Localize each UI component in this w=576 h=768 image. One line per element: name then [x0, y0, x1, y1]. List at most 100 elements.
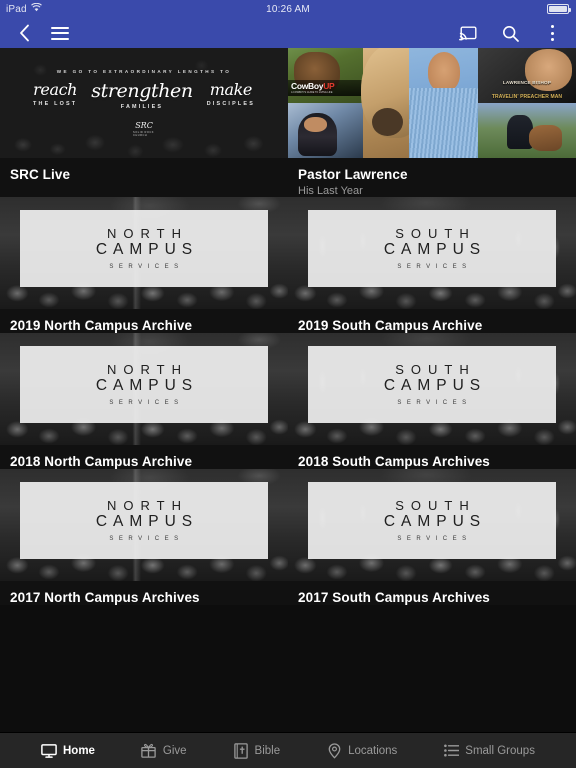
card-thumbnail: SOUTH CAMPUS SERVICES: [288, 469, 576, 581]
card-thumbnail: NORTH CAMPUS SERVICES: [0, 197, 288, 309]
card-2019-north-campus-archive[interactable]: NORTH CAMPUS SERVICES 2019 North Campus …: [0, 197, 288, 333]
banner-line-3: SERVICES: [109, 400, 184, 407]
card-title: 2017 South Campus Archives: [298, 590, 490, 605]
card-thumbnail: SOUTH CAMPUS SERVICES: [288, 333, 576, 445]
chromecast-icon[interactable]: [456, 21, 480, 45]
nav-item-label: Give: [162, 744, 187, 757]
nav-item-label: Locations: [348, 744, 398, 757]
hamburger-menu-icon[interactable]: [48, 21, 72, 45]
card-meta: 2019 South Campus Archive: [288, 309, 576, 333]
poster-name-text: LAWRENCE BISHOP: [502, 80, 552, 86]
collage-column-right: LAWRENCE BISHOP TRAVELIN' PREACHER MAN: [478, 48, 576, 158]
card-pastor-lawrence[interactable]: CowBoyUP A COWBOY'S GUIDE TO LIVING LIFE…: [288, 48, 576, 197]
card-thumbnail: CowBoyUP A COWBOY'S GUIDE TO LIVING LIFE…: [288, 48, 576, 158]
map-pin-icon: [326, 742, 342, 759]
campus-banner: SOUTH CAMPUS SERVICES: [308, 482, 556, 559]
app-root: iPad 10:26 AM WE GO TO EXTRAORDINARY LEN…: [0, 0, 576, 768]
campus-banner: NORTH CAMPUS SERVICES: [20, 482, 268, 559]
collage-pastor-portrait: [408, 48, 481, 158]
card-title: 2018 South Campus Archives: [298, 454, 490, 469]
card-meta: 2017 South Campus Archives: [288, 581, 576, 605]
collage-horse-tack-photo: CowBoyUP A COWBOY'S GUIDE TO LIVING LIFE: [288, 48, 363, 103]
app-bar-right: [456, 21, 564, 45]
list-icon: [443, 743, 459, 759]
campus-banner: SOUTH CAMPUS SERVICES: [308, 346, 556, 423]
card-src-live[interactable]: WE GO TO EXTRAORDINARY LENGTHS TO reach …: [0, 48, 288, 197]
cowboy-caption: A COWBOY'S GUIDE TO LIVING LIFE: [291, 90, 333, 94]
campus-banner: NORTH CAMPUS SERVICES: [20, 346, 268, 423]
card-2019-south-campus-archive[interactable]: SOUTH CAMPUS SERVICES 2019 South Campus …: [288, 197, 576, 333]
card-thumbnail: NORTH CAMPUS SERVICES: [0, 333, 288, 445]
banner-word-1: reach THE LOST: [33, 79, 78, 107]
card-meta: 2019 North Campus Archive: [0, 309, 288, 333]
banner-line-1: NORTH: [107, 361, 188, 377]
banner-word-2: strengthen FAMILIES: [91, 79, 193, 110]
card-title: 2017 North Campus Archives: [10, 590, 200, 605]
bottom-navigation-bar: Home Give Bible Locations Small Groups: [0, 732, 576, 768]
banner-word-3-script: make: [209, 79, 253, 99]
cowboy-up-title: CowBoyUP A COWBOY'S GUIDE TO LIVING LIFE: [288, 80, 363, 97]
card-2018-north-campus-archive[interactable]: NORTH CAMPUS SERVICES 2018 North Campus …: [0, 333, 288, 469]
app-bar-left: [12, 21, 72, 45]
logo-sub: SOLID ROCK CHURCH: [133, 130, 154, 137]
banner-word-3: make DISCIPLES: [206, 79, 255, 107]
banner-line-2: CAMPUS: [95, 377, 199, 395]
status-bar-clock: 10:26 AM: [266, 3, 310, 15]
card-meta: 2018 South Campus Archives: [288, 445, 576, 469]
card-2018-south-campus-archives[interactable]: SOUTH CAMPUS SERVICES 2018 South Campus …: [288, 333, 576, 469]
nav-item-home[interactable]: Home: [41, 743, 95, 759]
banner-word-2-sub: FAMILIES: [120, 103, 164, 110]
banner-eyebrow: WE GO TO EXTRAORDINARY LENGTHS TO: [56, 68, 232, 74]
banner-line-2: CAMPUS: [95, 513, 199, 531]
content-grid: WE GO TO EXTRAORDINARY LENGTHS TO reach …: [0, 48, 576, 732]
banner-line-3: SERVICES: [109, 264, 184, 271]
card-thumbnail: WE GO TO EXTRAORDINARY LENGTHS TO reach …: [0, 48, 288, 158]
gift-icon: [141, 743, 157, 759]
card-thumbnail: NORTH CAMPUS SERVICES: [0, 469, 288, 581]
overflow-menu-icon[interactable]: [540, 21, 564, 45]
banner-line-1: SOUTH: [395, 361, 476, 377]
banner-line-1: SOUTH: [395, 497, 476, 513]
card-row: NORTH CAMPUS SERVICES 2019 North Campus …: [0, 197, 576, 333]
banner-words: reach THE LOST strengthen FAMILIES make …: [33, 79, 255, 110]
card-meta: 2017 North Campus Archives: [0, 581, 288, 605]
banner-word-2-script: strengthen: [91, 79, 193, 102]
banner-word-3-sub: DISCIPLES: [206, 100, 255, 107]
banner-line-1: NORTH: [107, 225, 188, 241]
nav-item-small-groups[interactable]: Small Groups: [443, 743, 535, 759]
nav-item-bible[interactable]: Bible: [233, 742, 281, 759]
src-banner-art: WE GO TO EXTRAORDINARY LENGTHS TO reach …: [0, 48, 288, 158]
banner-line-3: SERVICES: [397, 536, 472, 543]
card-subtitle: His Last Year: [298, 185, 363, 197]
card-title: Pastor Lawrence: [298, 167, 408, 182]
card-title: 2019 South Campus Archive: [298, 318, 483, 333]
nav-item-locations[interactable]: Locations: [326, 742, 398, 759]
card-2017-north-campus-archives[interactable]: NORTH CAMPUS SERVICES 2017 North Campus …: [0, 469, 288, 605]
card-2017-south-campus-archives[interactable]: SOUTH CAMPUS SERVICES 2017 South Campus …: [288, 469, 576, 605]
banner-line-2: CAMPUS: [95, 241, 199, 259]
cowboy-word: CowBoy: [291, 81, 324, 92]
banner-line-3: SERVICES: [397, 264, 472, 271]
back-chevron-icon[interactable]: [12, 21, 36, 45]
banner-word-1-sub: THE LOST: [33, 100, 78, 107]
status-bar: iPad 10:26 AM: [0, 0, 576, 18]
cowboy-accent-word: UP: [323, 81, 335, 92]
nav-item-label: Home: [62, 744, 95, 757]
bible-book-icon: [233, 742, 249, 759]
banner-line-2: CAMPUS: [383, 513, 487, 531]
monitor-icon: [41, 743, 57, 759]
search-icon[interactable]: [498, 21, 522, 45]
battery-full-icon: [547, 4, 571, 14]
banner-line-3: SERVICES: [109, 536, 184, 543]
nav-item-label: Bible: [254, 744, 281, 757]
card-row: WE GO TO EXTRAORDINARY LENGTHS TO reach …: [0, 48, 576, 197]
poster-title-text: TRAVELIN' PREACHER MAN: [491, 93, 563, 100]
card-row: NORTH CAMPUS SERVICES 2017 North Campus …: [0, 469, 576, 605]
banner-word-1-script: reach: [33, 79, 78, 99]
collage-poster: LAWRENCE BISHOP TRAVELIN' PREACHER MAN: [478, 48, 576, 103]
church-logo-icon: SRC SOLID ROCK CHURCH: [133, 121, 155, 138]
collage-column-left: CowBoyUP A COWBOY'S GUIDE TO LIVING LIFE: [288, 48, 363, 158]
nav-item-give[interactable]: Give: [141, 743, 187, 759]
campus-banner: NORTH CAMPUS SERVICES: [20, 210, 268, 287]
banner-line-2: CAMPUS: [383, 377, 487, 395]
